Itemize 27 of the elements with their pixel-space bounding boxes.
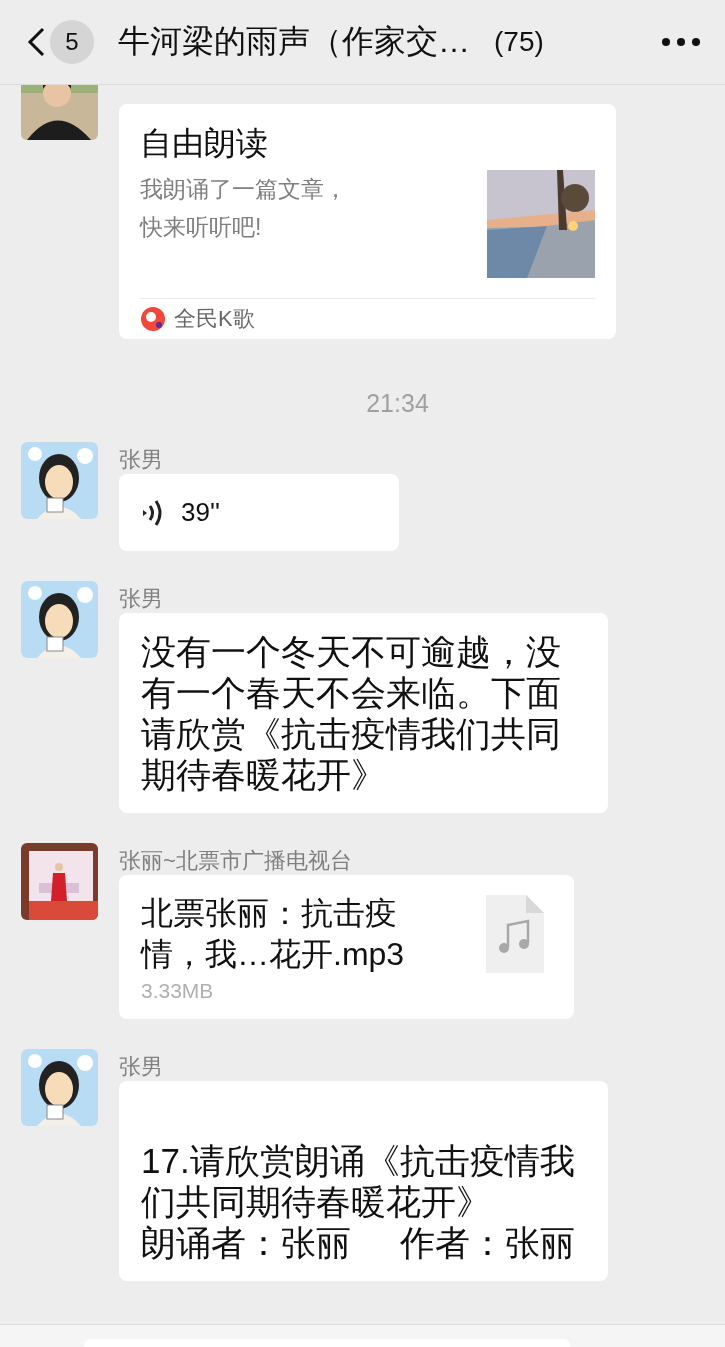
sender-name: 张男	[119, 589, 164, 609]
back-button[interactable]: 5	[26, 20, 94, 64]
link-title: 自由朗读	[140, 124, 269, 163]
message-text: 17.请欣赏朗诵《抗击疫情我们共同期待春暖花开》	[141, 1140, 576, 1222]
source-label: 全民K歌	[174, 305, 255, 333]
sender-name: 张男	[119, 450, 164, 470]
file-card[interactable]: 北票张丽：抗击疫情，我…花开.mp3 3.33MB	[119, 875, 574, 1019]
voice-duration: 39''	[181, 497, 220, 528]
voice-wave-icon	[141, 498, 163, 527]
chat-title: 牛河梁的雨声（作家交…	[118, 22, 470, 61]
unread-badge: 5	[50, 20, 94, 64]
music-file-icon	[486, 895, 544, 973]
timestamp: 21:34	[366, 389, 429, 418]
file-name: 北票张丽：抗击疫情，我…花开.mp3	[141, 894, 406, 974]
member-count: (75)	[494, 26, 544, 58]
file-size: 3.33MB	[141, 979, 215, 1003]
chevron-left-icon	[26, 26, 46, 58]
link-card[interactable]: 自由朗读 我朗诵了一篇文章，快来听听吧! 全民K歌	[119, 104, 616, 339]
message-text: 没有一个冬天不可逾越，没有一个春天不会来临。下面请欣赏《抗击疫情我们共同期待春暖花开》	[141, 631, 562, 795]
app-logo-icon	[140, 306, 166, 332]
voice-message[interactable]: 39''	[119, 474, 399, 551]
sender-name: 张男	[119, 1057, 164, 1077]
more-button[interactable]	[661, 37, 701, 47]
message-text: 朗诵者：张丽 作者：张丽	[141, 1222, 576, 1263]
link-description: 我朗诵了一篇文章，快来听听吧!	[140, 175, 348, 242]
more-icon	[661, 37, 701, 47]
sender-name: 张丽~北票市广播电视台	[119, 851, 353, 871]
